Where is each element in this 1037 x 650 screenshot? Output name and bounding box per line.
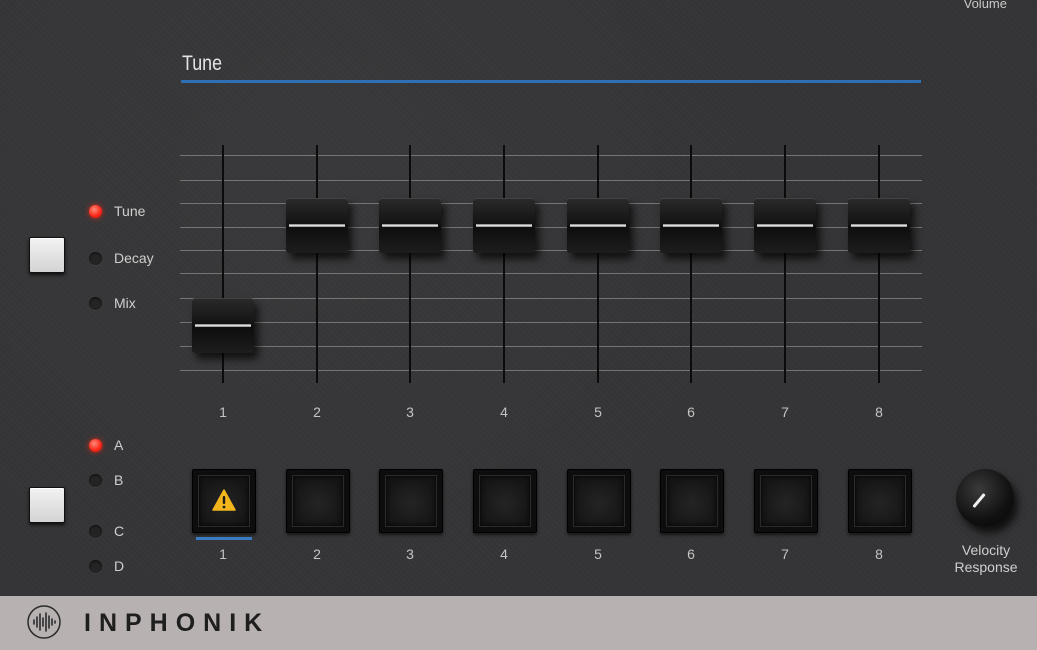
pad-number: 6 [687,546,695,562]
pad-selection-indicator [196,537,252,540]
scale-line [180,346,922,347]
pad-number: 4 [500,546,508,562]
mode-indicator-mix: Mix [89,295,136,311]
bank-select-button[interactable] [29,487,65,523]
fader-track[interactable] [409,145,411,383]
knob-label: Velocity Response [945,542,1027,576]
velocity-response-knob[interactable] [956,469,1014,527]
fader-number: 6 [687,404,695,420]
pad-number: 8 [875,546,883,562]
bank-label: A [114,437,124,453]
fader-cap-5[interactable] [567,198,629,253]
fader-cap-7[interactable] [754,198,816,253]
led-icon [89,524,102,538]
pad-7[interactable] [754,469,818,533]
pad-3[interactable] [379,469,443,533]
mode-indicator-tune: Tune [89,203,145,219]
section-title: Tune [182,52,223,75]
bank-label: D [114,558,125,574]
bank-label: C [114,523,125,539]
fader-track[interactable] [503,145,505,383]
fader-track[interactable] [878,145,880,383]
pad-number: 2 [313,546,321,562]
pad-5[interactable] [567,469,631,533]
led-icon [89,251,102,265]
mode-label: Mix [114,295,136,311]
bank-label: B [114,472,124,488]
fader-cap-6[interactable] [660,198,722,253]
led-icon [89,559,102,573]
fader-number: 3 [406,404,414,420]
bank-indicator-c: C [89,523,124,539]
led-icon [89,296,102,310]
fader-track[interactable] [690,145,692,383]
pad-number: 3 [406,546,414,562]
fader-cap-2[interactable] [286,198,348,253]
mode-select-button[interactable] [29,237,65,273]
mode-label: Decay [114,250,154,266]
footer: INPHONIK [0,596,1037,650]
scale-line [180,273,922,274]
warning-icon [212,489,236,511]
instrument-panel: Volume Tune Tune Decay Mix A B C D 1 2 3 4 5… [0,0,1037,596]
fader-number: 4 [500,404,508,420]
pad-number: 1 [219,546,227,562]
pad-1[interactable] [192,469,256,533]
pad-6[interactable] [660,469,724,533]
brand-logo-icon [27,605,61,639]
knob-label-line2: Response [954,559,1018,575]
scale-line [180,155,922,156]
knob-label-line1: Velocity [961,542,1011,558]
scale-line [180,298,922,299]
fader-number: 7 [781,404,789,420]
bank-indicator-d: D [89,558,124,574]
fader-number: 1 [219,404,227,420]
scale-line [180,370,922,371]
pad-2[interactable] [286,469,350,533]
fader-track[interactable] [597,145,599,383]
mode-indicator-decay: Decay [89,250,154,266]
fader-number: 2 [313,404,321,420]
fader-cap-8[interactable] [848,198,910,253]
bank-indicator-a: A [89,437,123,453]
scale-line [180,322,922,323]
mode-label: Tune [114,203,146,219]
pad-8[interactable] [848,469,912,533]
fader-track[interactable] [316,145,318,383]
fader-cap-3[interactable] [379,198,441,253]
fader-number: 8 [875,404,883,420]
fader-cap-4[interactable] [473,198,535,253]
pad-4[interactable] [473,469,537,533]
pad-number: 7 [781,546,789,562]
pad-number: 5 [594,546,602,562]
section-underline [181,80,921,83]
fader-track[interactable] [784,145,786,383]
volume-label: Volume [963,0,1007,11]
scale-line [180,180,922,181]
brand-name: INPHONIK [84,609,271,637]
led-icon [89,204,102,218]
fader-number: 5 [594,404,602,420]
led-icon [89,438,102,452]
led-icon [89,473,102,487]
bank-indicator-b: B [89,472,123,488]
fader-cap-1[interactable] [192,298,254,353]
knob-pointer [972,493,986,508]
